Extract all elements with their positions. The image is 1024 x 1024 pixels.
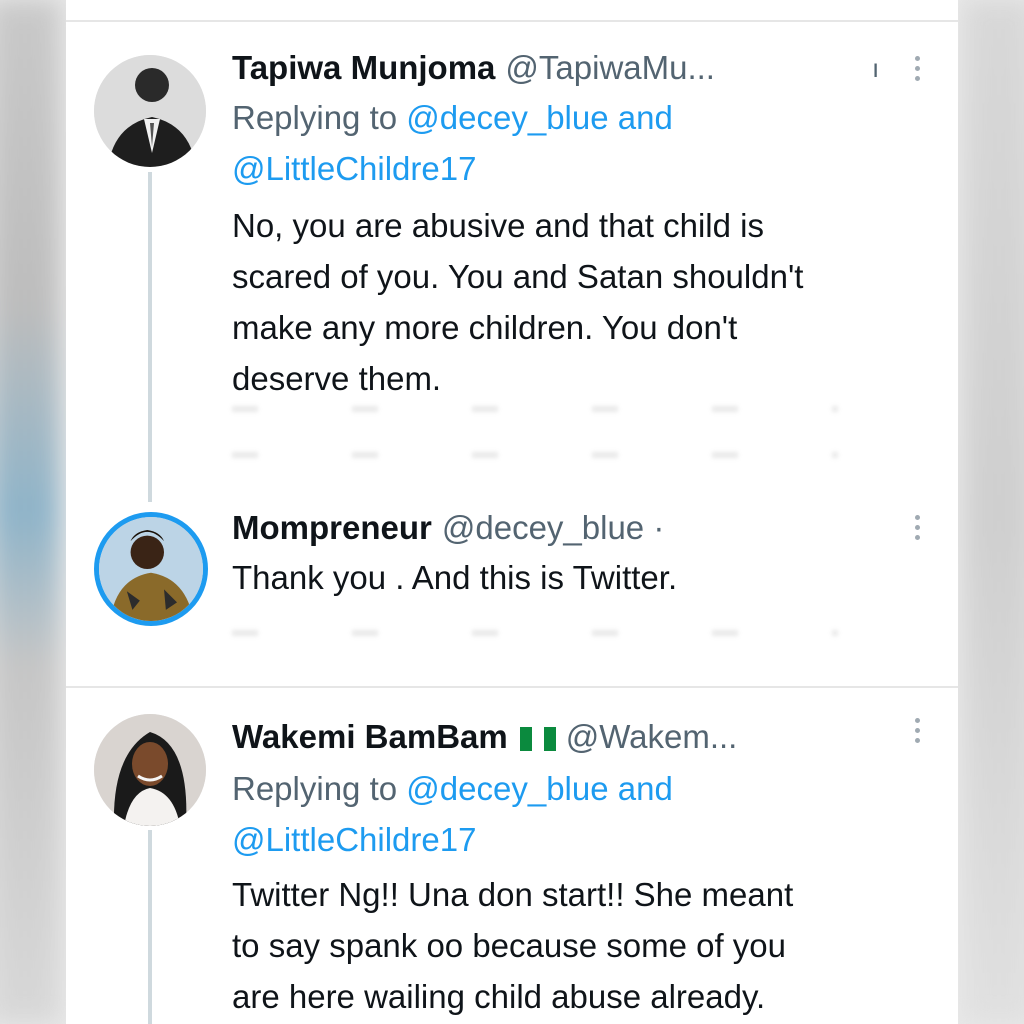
- faded-action-bar: [232, 630, 838, 636]
- tweet-header: Tapiwa Munjoma @TapiwaMu... ı: [232, 43, 918, 93]
- tweet-text-line: to say spank oo because some of you: [232, 927, 787, 964]
- tweet-text: No, you are abusive and that child is sc…: [232, 200, 908, 404]
- tweet-text: Twitter Ng!! Una don start!! She meant t…: [232, 869, 908, 1022]
- replying-to-line2: @LittleChildre17: [232, 815, 476, 865]
- mention-link[interactable]: @LittleChildre17: [232, 150, 476, 187]
- more-options-icon[interactable]: [914, 56, 922, 86]
- tweet-wakemi[interactable]: Wakemi BamBam @Wakem... Replying to @dece…: [66, 712, 958, 1024]
- display-name[interactable]: Tapiwa Munjoma: [232, 49, 495, 86]
- avatar-wakemi-image: [94, 714, 206, 826]
- tweet-text-line: deserve them.: [232, 360, 442, 397]
- replying-to-label: Replying to: [232, 770, 398, 807]
- faded-action-bar: [232, 452, 838, 458]
- mention-link[interactable]: @decey_blue: [406, 770, 608, 807]
- tweet-header: Mompreneur @decey_blue ·: [232, 503, 918, 553]
- replying-and: and: [617, 99, 673, 136]
- avatar-mompreneur[interactable]: [94, 512, 208, 626]
- background-blur-right: [964, 0, 1024, 1024]
- thread-connector-line: [148, 830, 152, 1024]
- user-handle[interactable]: @decey_blue ·: [442, 509, 664, 546]
- more-options-icon[interactable]: [914, 515, 922, 545]
- timestamp-fragment: ı: [872, 53, 880, 83]
- replying-to-label: Replying to: [232, 99, 398, 136]
- avatar-mompreneur-image: [99, 517, 203, 621]
- faded-action-bar: [232, 406, 838, 412]
- tweet-text-line: Thank you . And this is Twitter.: [232, 559, 678, 596]
- nigeria-flag-icon: [519, 727, 558, 752]
- more-options-icon[interactable]: [914, 718, 922, 748]
- mention-link[interactable]: @decey_blue: [406, 99, 608, 136]
- replying-to: Replying to @decey_blue and: [232, 93, 673, 143]
- display-name[interactable]: Wakemi BamBam: [232, 718, 508, 755]
- user-handle[interactable]: @TapiwaMu...: [505, 49, 715, 86]
- tweet-text-line: make any more children. You don't: [232, 309, 738, 346]
- tweet-tapiwa[interactable]: Tapiwa Munjoma @TapiwaMu... ı Replying to…: [66, 49, 958, 502]
- tweet-header: Wakemi BamBam @Wakem...: [232, 712, 918, 762]
- avatar-tapiwa[interactable]: [94, 55, 206, 167]
- replying-to: Replying to @decey_blue and: [232, 764, 673, 814]
- display-name[interactable]: Mompreneur: [232, 509, 432, 546]
- tweet-text-line: scared of you. You and Satan shouldn't: [232, 258, 804, 295]
- replying-to-line2: @LittleChildre17: [232, 144, 476, 194]
- avatar-tapiwa-image: [94, 55, 206, 167]
- user-handle[interactable]: @Wakem...: [566, 718, 738, 755]
- background-blur-left: [0, 0, 60, 1024]
- tweet-text-line: are here wailing child abuse already.: [232, 978, 766, 1015]
- mention-link[interactable]: @LittleChildre17: [232, 821, 476, 858]
- tweet-text-line: No, you are abusive and that child is: [232, 207, 764, 244]
- avatar-wakemi[interactable]: [94, 714, 206, 826]
- tweet-text: Thank you . And this is Twitter.: [232, 552, 908, 603]
- top-divider: [66, 20, 958, 22]
- tweet-mompreneur[interactable]: Mompreneur @decey_blue · Thank you . And …: [66, 505, 958, 685]
- replying-and: and: [617, 770, 673, 807]
- tweet-divider: [66, 686, 958, 688]
- thread-connector-line: [148, 172, 152, 502]
- tweet-text-line: Twitter Ng!! Una don start!! She meant: [232, 876, 794, 913]
- tweet-thread-card: Tapiwa Munjoma @TapiwaMu... ı Replying to…: [66, 0, 958, 1024]
